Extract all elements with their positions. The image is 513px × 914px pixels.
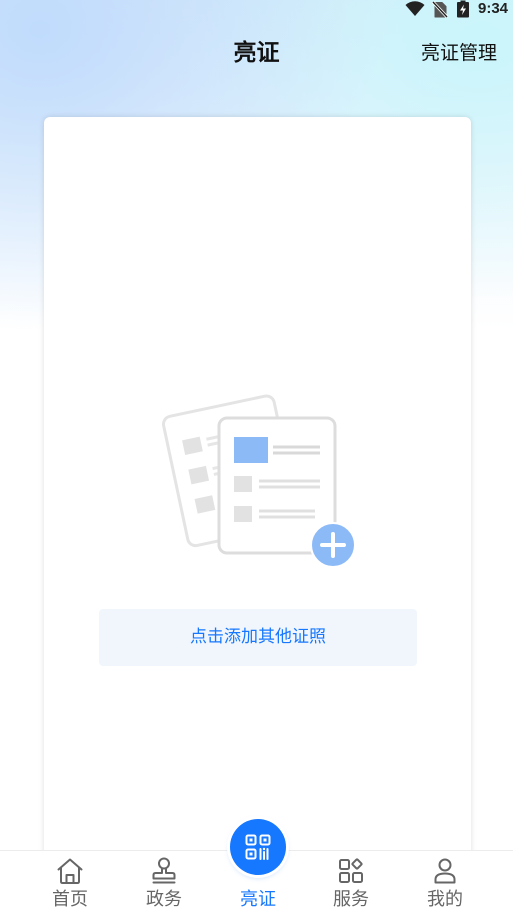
empty-certificate-add-icon[interactable] [155,385,360,575]
tab-show-certificate-label: 亮证 [240,889,276,910]
tab-services[interactable]: 服务 [304,851,398,914]
qr-code-icon [245,834,271,860]
status-bar: 9:34 [400,0,513,18]
person-icon [434,858,456,884]
tab-home-label: 首页 [52,889,88,910]
home-icon [57,858,83,884]
tab-mine-label: 我的 [427,889,463,910]
add-certificate-button[interactable]: 点击添加其他证照 [99,609,417,666]
wifi-icon [405,1,425,16]
status-time: 9:34 [478,0,509,17]
no-sim-icon [432,1,448,18]
tab-home[interactable]: 首页 [23,851,117,914]
manage-certificates-link[interactable]: 亮证管理 [421,40,497,66]
tab-government-label: 政务 [146,889,182,910]
tab-services-label: 服务 [333,889,369,910]
services-grid-icon [339,858,363,883]
show-certificate-qr-button[interactable] [230,819,286,875]
stamp-icon [152,857,176,884]
tab-government[interactable]: 政务 [117,851,211,914]
tab-mine[interactable]: 我的 [398,851,492,914]
battery-charging-icon [457,0,469,18]
